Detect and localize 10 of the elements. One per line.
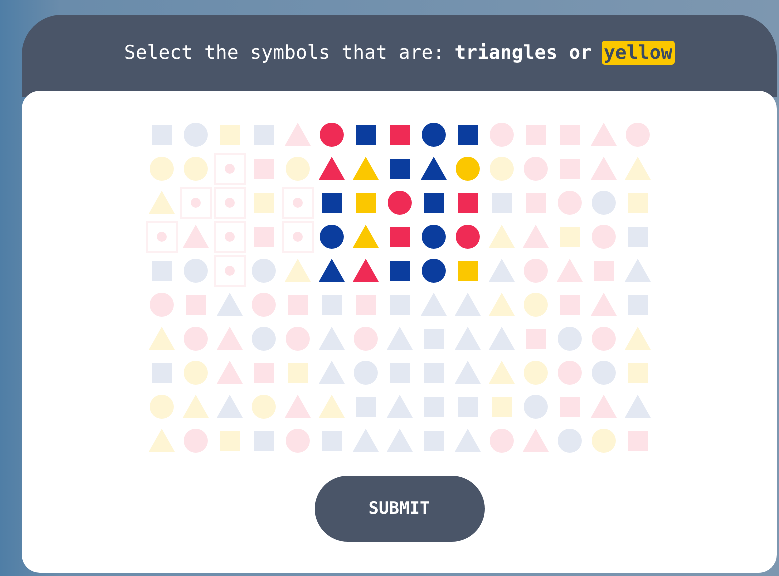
submit-button[interactable]: SUBMIT (314, 476, 484, 542)
selection-mark-icon[interactable] (144, 220, 178, 254)
selection-mark-icon[interactable] (212, 220, 246, 254)
highlight-tag: yellow (602, 41, 675, 65)
selection-mark-icon[interactable] (212, 186, 246, 220)
prompt-text: Select the symbols that are: (124, 42, 445, 64)
selection-mark-icon[interactable] (212, 152, 246, 186)
selection-mark-icon[interactable] (212, 254, 246, 288)
selection-mark-icon[interactable] (178, 186, 212, 220)
criteria-text: triangles or (454, 42, 592, 64)
